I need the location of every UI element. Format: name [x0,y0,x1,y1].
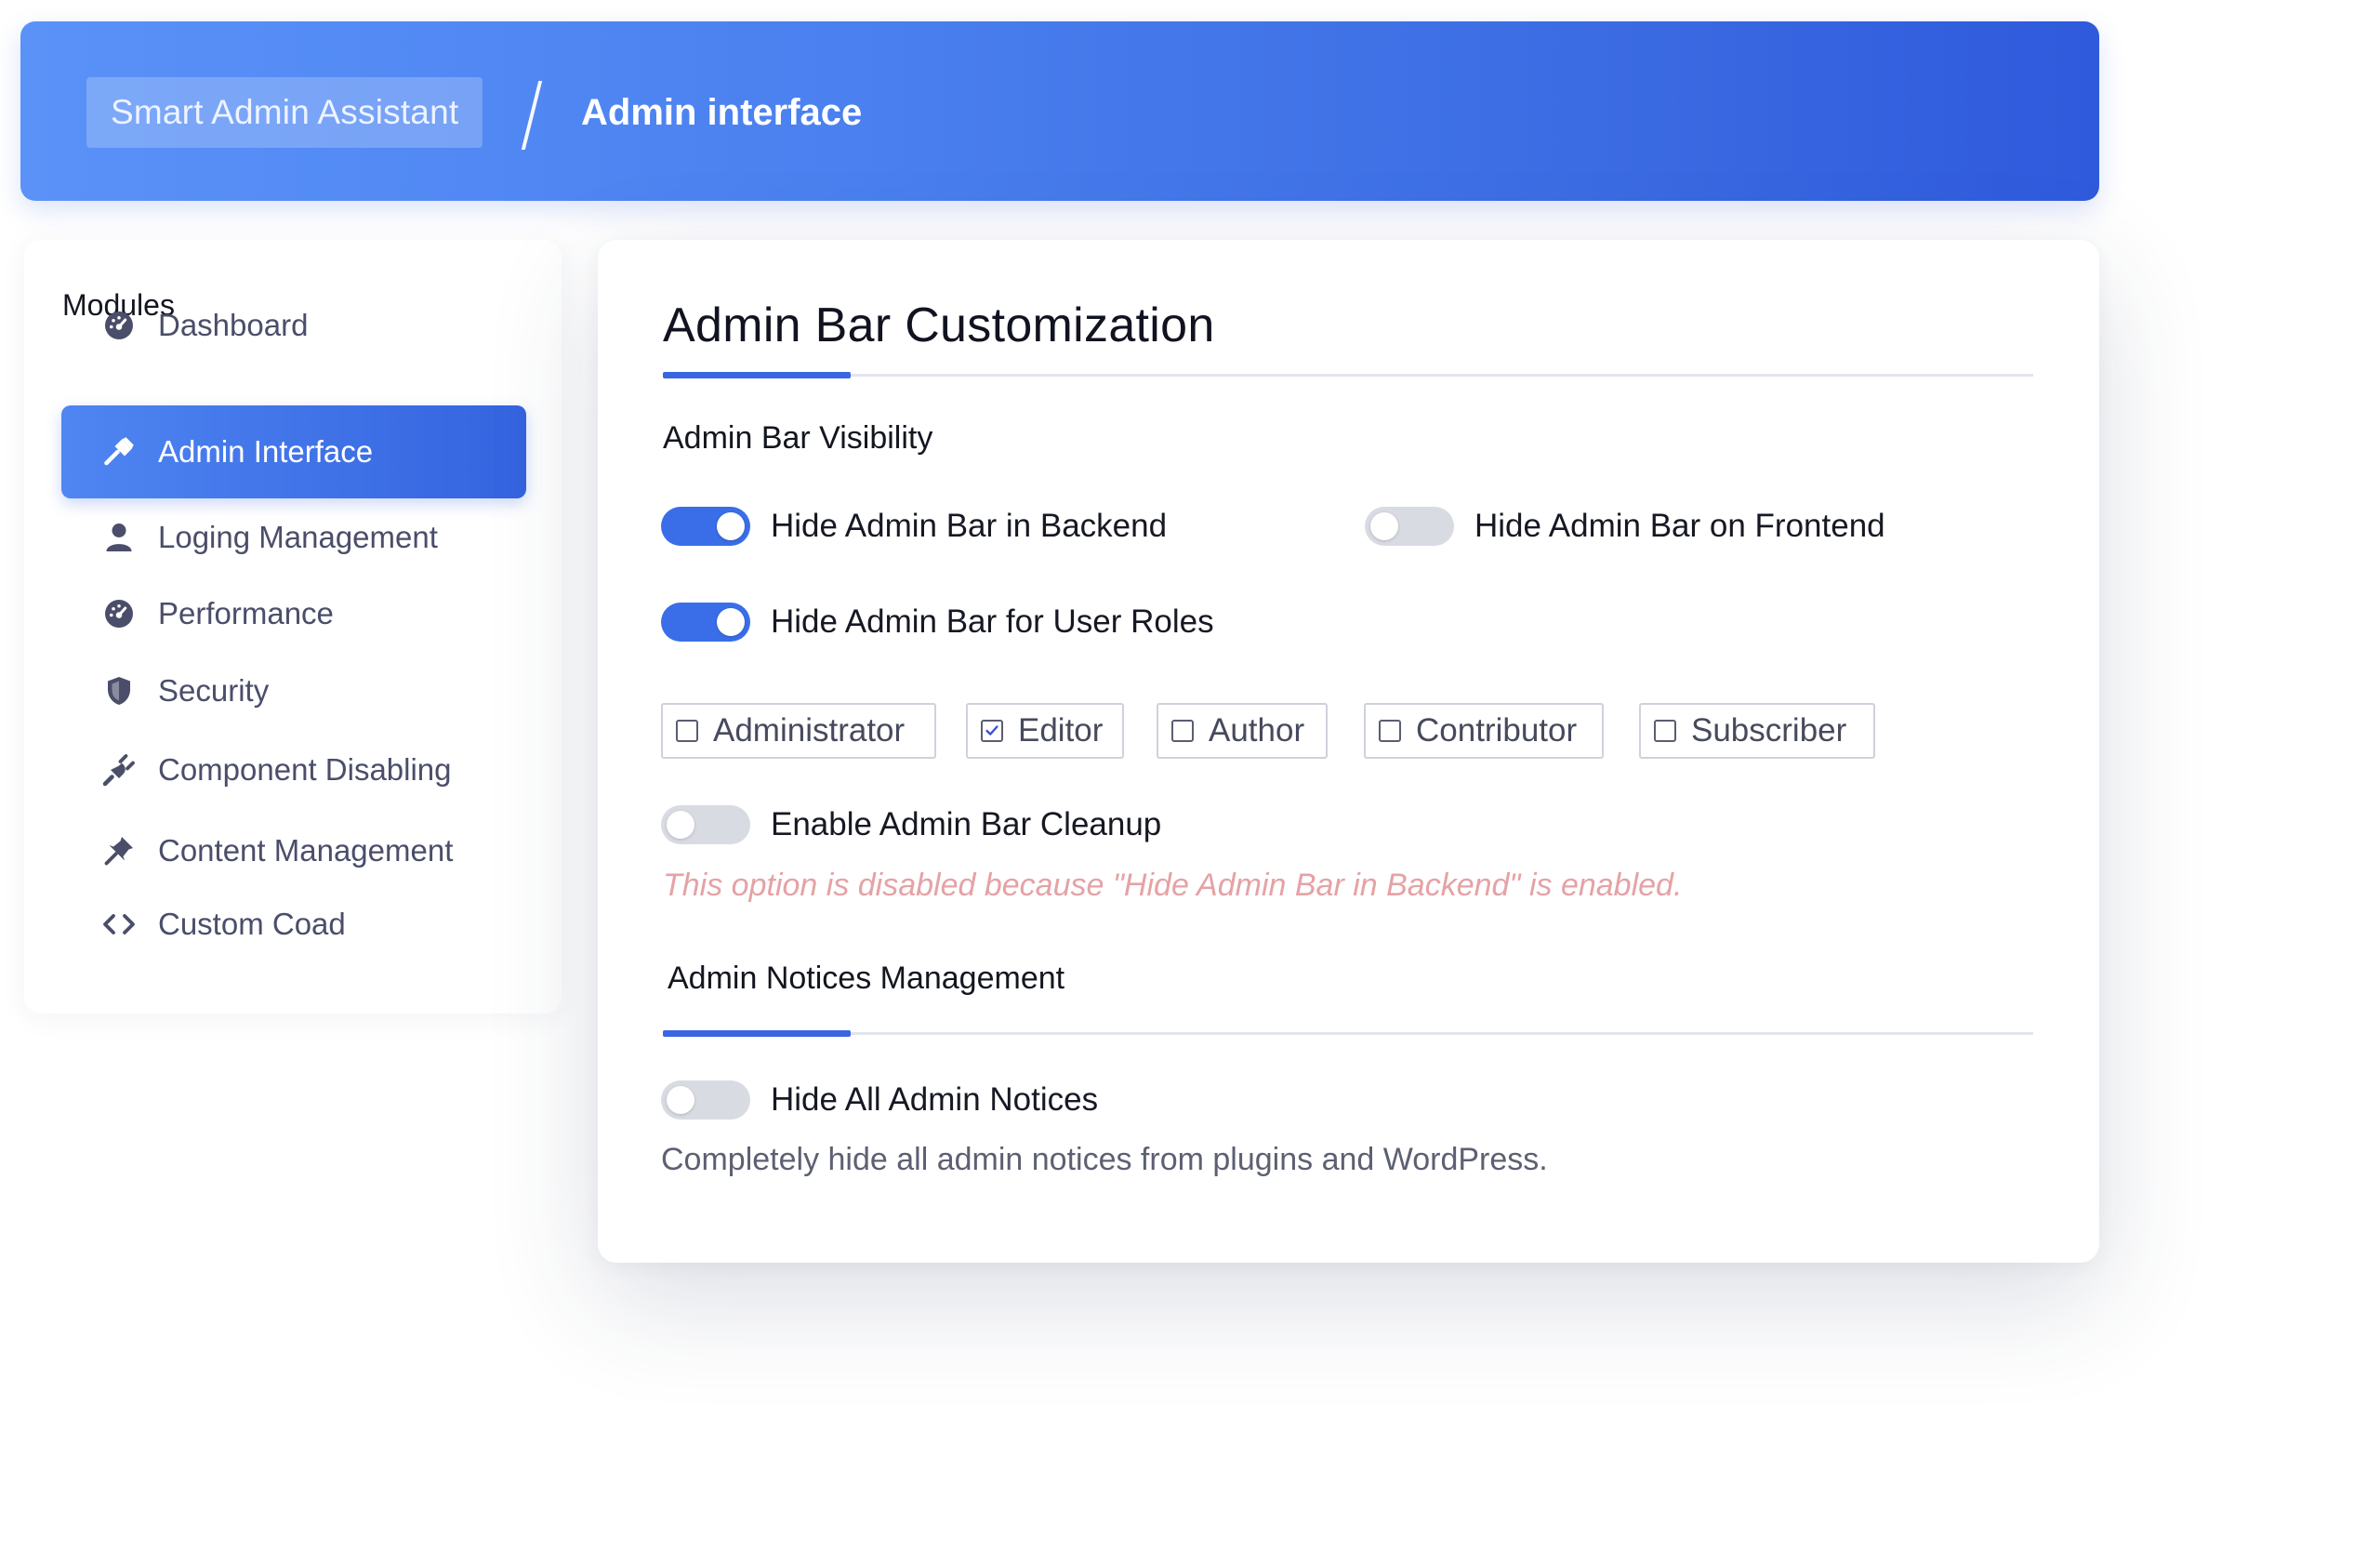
sidebar-item-label: Component Disabling [158,752,452,787]
top-header: Smart Admin Assistant Admin interface [20,21,2099,201]
cleanup-disabled-warning: This option is disabled because "Hide Ad… [663,868,1683,903]
cleanup-label: Enable Admin Bar Cleanup [771,806,1162,842]
hide-backend-toggle[interactable]: Hide Admin Bar in Backend [661,507,1167,546]
cleanup-toggle[interactable]: Enable Admin Bar Cleanup [661,805,1161,844]
role-label: Author [1209,712,1305,749]
breadcrumb-separator [521,81,543,150]
notices-section-title: Admin Notices Management [668,961,1065,996]
notices-hint: Completely hide all admin notices from p… [661,1142,1548,1177]
sidebar-item-label: Admin Interface [158,434,374,469]
checkbox-box[interactable] [1379,720,1401,742]
hammer-icon [100,433,138,471]
settings-card: Admin Bar Customization Admin Bar Visibi… [598,240,2099,1263]
checkbox-box[interactable] [676,720,698,742]
role-label: Administrator [713,712,906,749]
hide-notices-label: Hide All Admin Notices [771,1081,1099,1118]
sidebar-item-custom-coad[interactable]: Custom Coad [61,878,526,971]
role-checkbox-contributor[interactable]: Contributor [1364,703,1604,759]
hide-roles-toggle[interactable]: Hide Admin Bar for User Roles [661,603,1214,642]
breadcrumb-root[interactable]: Smart Admin Assistant [86,77,483,148]
switch-knob [717,608,745,636]
title-divider-accent [663,372,851,378]
notices-divider [663,1030,2033,1037]
gauge-icon [100,307,138,344]
checkbox-box[interactable] [1171,720,1194,742]
hide-roles-label: Hide Admin Bar for User Roles [771,603,1214,640]
switch-knob [1370,512,1398,540]
sidebar: Modules Dashboard Admin Interface Loging… [24,240,562,1014]
page-title: Admin Bar Customization [663,298,1215,352]
sidebar-item-component-disabling[interactable]: Component Disabling [61,723,526,816]
gauge-icon [100,595,138,632]
pin-icon [100,832,138,869]
switch-knob [717,512,745,540]
user-icon [100,519,138,556]
sidebar-item-label: Content Management [158,833,454,868]
role-label: Contributor [1416,712,1578,749]
notices-divider-accent [663,1030,851,1037]
plug-icon [100,751,138,789]
role-checkbox-administrator[interactable]: Administrator [661,703,936,759]
role-label: Editor [1018,712,1104,749]
code-icon [100,906,138,943]
hide-notices-toggle[interactable]: Hide All Admin Notices [661,1080,1098,1120]
role-checkbox-subscriber[interactable]: Subscriber [1639,703,1875,759]
hide-backend-switch[interactable] [661,507,750,546]
checkbox-box[interactable] [1654,720,1676,742]
role-checkbox-author[interactable]: Author [1157,703,1328,759]
hide-frontend-toggle[interactable]: Hide Admin Bar on Frontend [1365,507,1885,546]
sidebar-item-dashboard[interactable]: Dashboard [61,279,526,372]
cleanup-switch[interactable] [661,805,750,844]
role-checkbox-editor[interactable]: Editor [966,703,1124,759]
sidebar-item-label: Performance [158,596,334,630]
title-divider [663,372,2033,378]
sidebar-item-label: Loging Management [158,520,438,554]
hide-frontend-label: Hide Admin Bar on Frontend [1474,508,1885,544]
breadcrumb-current: Admin interface [581,91,863,133]
shield-icon [100,672,138,709]
hide-frontend-switch[interactable] [1365,507,1454,546]
switch-knob [667,811,694,839]
hide-backend-label: Hide Admin Bar in Backend [771,508,1168,544]
role-label: Subscriber [1691,712,1847,749]
sidebar-item-label: Custom Coad [158,907,346,941]
sidebar-item-label: Security [158,673,270,708]
sidebar-item-admin-interface[interactable]: Admin Interface [61,405,526,498]
switch-knob [667,1086,694,1114]
hide-roles-switch[interactable] [661,603,750,642]
sidebar-item-label: Dashboard [158,308,309,342]
checkbox-box[interactable] [981,720,1003,742]
visibility-section-label: Admin Bar Visibility [663,420,933,456]
checkmark-icon [985,725,998,736]
hide-notices-switch[interactable] [661,1080,750,1120]
